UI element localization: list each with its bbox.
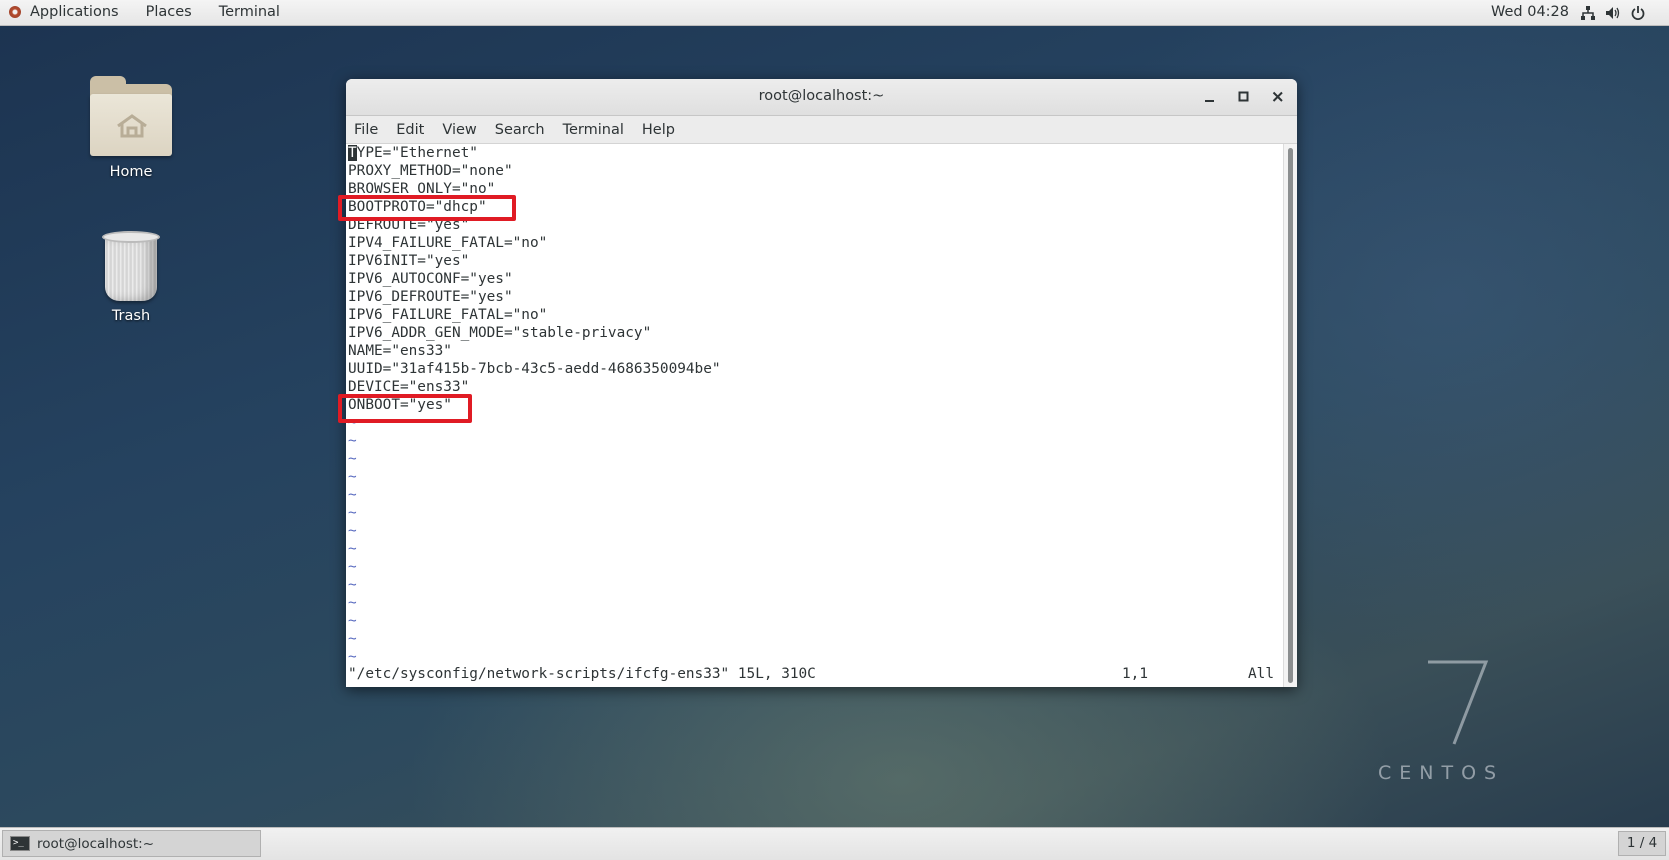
empty-line-marker: ~	[348, 631, 357, 647]
terminal-icon: >_	[10, 836, 30, 851]
empty-line-marker: ~	[348, 613, 357, 629]
empty-line-marker: ~	[348, 433, 357, 449]
maximize-button[interactable]	[1234, 87, 1254, 107]
power-icon[interactable]	[1630, 5, 1646, 21]
terminal-content[interactable]: TYPE="Ethernet" PROXY_METHOD="none" BROW…	[348, 144, 1283, 687]
bottom-taskbar: >_ root@localhost:~ 1 / 4	[0, 827, 1669, 860]
empty-line-marker: ~	[348, 451, 357, 467]
workspace-switcher[interactable]: 1 / 4	[1618, 831, 1666, 856]
applications-icon[interactable]	[8, 5, 22, 19]
file-line: UUID="31af415b-7bcb-43c5-aedd-4686350094…	[348, 361, 721, 377]
places-menu[interactable]: Places	[146, 4, 192, 20]
empty-line-marker: ~	[348, 469, 357, 485]
file-line: NAME="ens33"	[348, 343, 452, 359]
scrollbar-thumb[interactable]	[1288, 148, 1293, 683]
window-titlebar[interactable]: root@localhost:~	[346, 79, 1297, 116]
taskbar-terminal-label: root@localhost:~	[37, 835, 155, 852]
vim-status-position: 1,1	[1122, 666, 1148, 682]
centos-logo-7	[1420, 640, 1500, 750]
highlight-bootproto	[338, 195, 516, 221]
vim-status-file: "/etc/sysconfig/network-scripts/ifcfg-en…	[348, 666, 816, 682]
file-line: IPV6_ADDR_GEN_MODE="stable-privacy"	[348, 325, 652, 341]
file-line: IPV6_AUTOCONF="yes"	[348, 271, 513, 287]
menu-edit[interactable]: Edit	[396, 122, 424, 138]
minimize-button[interactable]	[1200, 87, 1220, 107]
terminal-scrollbar[interactable]	[1283, 144, 1297, 687]
empty-line-marker: ~	[348, 559, 357, 575]
applications-menu[interactable]: Applications	[30, 4, 119, 20]
top-menu: Applications Places Terminal	[0, 4, 307, 20]
trash-icon	[100, 229, 162, 303]
taskbar-terminal-button[interactable]: >_ root@localhost:~	[2, 830, 261, 857]
trash-label: Trash	[111, 308, 151, 324]
terminal-window[interactable]: root@localhost:~ File Edit View Search T…	[346, 79, 1297, 687]
vim-status-scroll: All	[1248, 666, 1274, 682]
centos-wordmark: CENTOS	[1378, 762, 1505, 784]
network-icon[interactable]	[1580, 5, 1596, 21]
volume-icon[interactable]	[1605, 5, 1621, 21]
empty-line-marker: ~	[348, 649, 357, 665]
file-line: IPV6INIT="yes"	[348, 253, 470, 269]
window-title: root@localhost:~	[758, 88, 885, 104]
empty-line-marker: ~	[348, 595, 357, 611]
empty-line-marker: ~	[348, 577, 357, 593]
clock[interactable]: Wed 04:28	[1491, 4, 1569, 20]
menu-help[interactable]: Help	[642, 122, 675, 138]
file-line: IPV4_FAILURE_FATAL="no"	[348, 235, 548, 251]
home-label: Home	[109, 164, 153, 180]
empty-line-marker: ~	[348, 541, 357, 557]
empty-line-marker: ~	[348, 487, 357, 503]
desktop-home[interactable]: Home	[76, 76, 186, 180]
empty-line-marker: ~	[348, 505, 357, 521]
desktop-trash[interactable]: Trash	[76, 229, 186, 324]
empty-line-marker: ~	[348, 523, 357, 539]
terminal-menubar: File Edit View Search Terminal Help	[346, 116, 1297, 144]
file-line: IPV6_DEFROUTE="yes"	[348, 289, 513, 305]
system-tray[interactable]	[1580, 5, 1646, 21]
menu-view[interactable]: View	[442, 122, 476, 138]
highlight-onboot	[338, 394, 472, 423]
terminal-app-menu[interactable]: Terminal	[219, 4, 280, 20]
home-folder-icon	[90, 76, 172, 156]
file-line: IPV6_FAILURE_FATAL="no"	[348, 307, 548, 323]
file-line: TYPE="Ethernet"	[348, 145, 478, 161]
menu-search[interactable]: Search	[495, 122, 545, 138]
close-button[interactable]	[1268, 87, 1288, 107]
menu-terminal[interactable]: Terminal	[563, 122, 624, 138]
file-line: PROXY_METHOD="none"	[348, 163, 513, 179]
top-panel: Applications Places Terminal Wed 04:28	[0, 0, 1669, 26]
text-cursor: T	[348, 145, 357, 161]
menu-file[interactable]: File	[354, 122, 378, 138]
